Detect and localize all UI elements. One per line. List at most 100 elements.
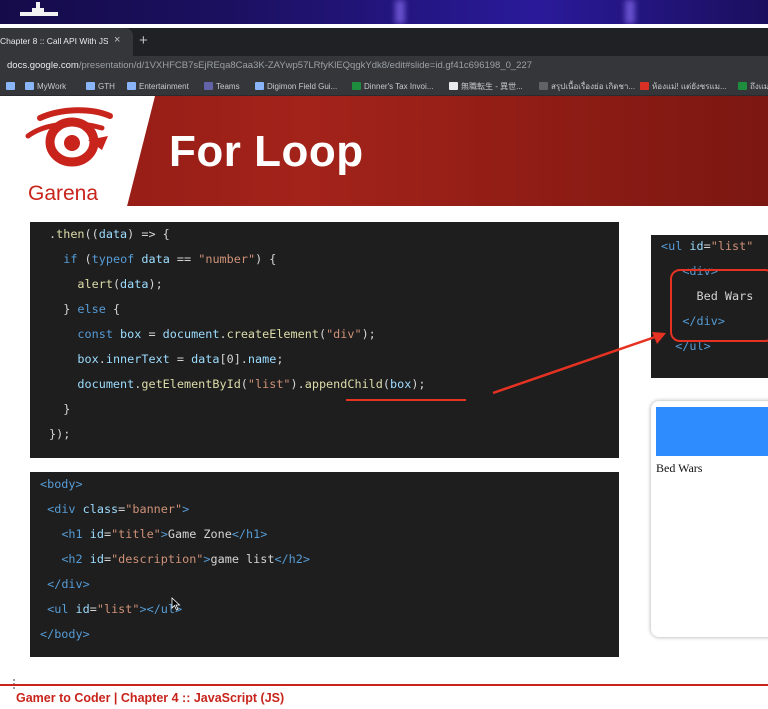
code-line: <div class="banner"> (40, 502, 189, 518)
code-token: { (105, 302, 121, 316)
code-token: else (77, 302, 106, 316)
code-token: = (169, 352, 192, 366)
code-token: [0]. (219, 352, 248, 366)
new-tab-icon[interactable]: + (139, 32, 148, 49)
code-token: name (247, 352, 277, 366)
browser-tab-bar: Chapter 8 :: Call API With JS - × + (0, 28, 768, 56)
apps-icon[interactable] (6, 80, 15, 92)
logo-wordmark: Garena (28, 182, 99, 205)
code-token: (( (84, 227, 99, 241)
code-token: if (63, 252, 78, 266)
url-domain: docs.google.com (7, 60, 79, 71)
code-token: = (141, 327, 163, 341)
bookmark-item[interactable]: 無職転生 - 異世... (449, 80, 523, 92)
close-icon[interactable]: × (114, 34, 120, 46)
code-token: . (98, 352, 106, 366)
code-token: ) => { (127, 227, 170, 241)
code-line: } (49, 402, 70, 418)
video-top-strip (0, 0, 768, 24)
bookmark-label: ถึงแม... (750, 81, 768, 91)
tab-title: Chapter 8 :: Call API With JS - (0, 36, 108, 46)
garena-logo-icon (25, 107, 113, 167)
bookmark-item[interactable]: ถึงแม... (738, 80, 768, 92)
bookmark-item[interactable]: Entertainment (127, 80, 189, 92)
globe-icon (449, 82, 458, 90)
bookmark-item[interactable]: สรุปเนื้อเรื่องย่อ เกิดชา... (539, 80, 635, 92)
appendchild-underline (346, 399, 466, 401)
page-icon (640, 82, 649, 90)
code-token: </h1> (231, 527, 268, 541)
code-token: id (89, 552, 104, 566)
html-code-block: <body> <div class="banner"> <h1 id="titl… (30, 472, 619, 657)
code-line: document.getElementById("list").appendCh… (49, 377, 426, 393)
folder-icon (86, 82, 95, 90)
code-line: <h2 id="description">game list</h2> (40, 552, 310, 568)
code-token: data (141, 252, 170, 266)
code-token: "div" (326, 327, 362, 341)
code-token: ); (411, 377, 426, 391)
code-token: id (89, 527, 104, 541)
url-text[interactable]: docs.google.com/presentation/d/1VXHFCB7s… (7, 60, 532, 71)
code-token: . (219, 327, 227, 341)
code-line: if (typeof data == "number") { (49, 252, 276, 268)
code-token: ). (290, 377, 305, 391)
pixel-ship-icon (20, 2, 58, 18)
code-token: box (77, 352, 99, 366)
code-token: </h2> (274, 552, 310, 566)
bookmark-item[interactable]: GTH (86, 80, 115, 92)
teams-icon (204, 82, 213, 90)
code-token: > (182, 502, 190, 516)
bookmark-item[interactable]: Digimon Field Gui... (255, 80, 337, 92)
slide-title: For Loop (169, 127, 364, 176)
code-token: </div> (47, 577, 90, 591)
code-token: <ul (661, 239, 683, 253)
code-token: data (191, 352, 220, 366)
code-token: "list" (96, 602, 140, 616)
code-token: ) { (255, 252, 277, 266)
bookmark-item[interactable]: MyWork (25, 80, 66, 92)
bookmark-item[interactable]: Teams (204, 80, 240, 92)
appended-div-highlight (670, 269, 768, 342)
light-streak (395, 0, 405, 24)
code-token: id (689, 239, 704, 253)
code-line: <ul id="list"></ul> (40, 602, 182, 618)
browser-tab[interactable]: Chapter 8 :: Call API With JS - × (0, 28, 133, 56)
code-line: const box = document.createElement("div"… (49, 327, 376, 343)
arrow-icon (738, 82, 747, 90)
browser-preview-card: Bed Wars (651, 401, 768, 637)
code-token: </body> (40, 627, 90, 641)
code-token: = (103, 552, 112, 566)
code-token: ( (112, 277, 121, 291)
code-token: > (139, 602, 147, 616)
code-token: "list" (710, 239, 754, 253)
preview-banner (656, 407, 768, 456)
code-token: == (169, 252, 199, 266)
code-token: = (703, 239, 711, 253)
light-streak (625, 0, 635, 24)
bookmark-label: Dinner's Tax Invoi... (364, 81, 434, 91)
code-token: data (120, 277, 149, 291)
code-token: ( (382, 377, 390, 391)
code-token: <ul (47, 602, 69, 616)
slide-footer: Gamer to Coder | Chapter 4 :: JavaScript… (16, 691, 285, 705)
code-token: alert (77, 277, 113, 291)
code-token: document (162, 327, 220, 341)
code-line: } else { (49, 302, 120, 318)
code-line: </body> (40, 627, 90, 643)
code-line: .then((data) => { (49, 227, 170, 243)
code-token: > (160, 527, 168, 541)
address-bar[interactable]: docs.google.com/presentation/d/1VXHFCB7s… (0, 56, 768, 76)
code-token: "description" (111, 552, 204, 566)
code-line: <ul id="list" (661, 239, 753, 255)
bookmark-item[interactable]: ห้องแม่! แต่ยังชรแม... (640, 80, 727, 92)
code-line: box.innerText = data[0].name; (49, 352, 283, 368)
bookmark-item[interactable]: Dinner's Tax Invoi... (352, 80, 433, 92)
slide: Garena For Loop .then((data) => { if (ty… (0, 96, 768, 709)
code-token: ); (361, 327, 376, 341)
code-token: }); (49, 427, 71, 441)
